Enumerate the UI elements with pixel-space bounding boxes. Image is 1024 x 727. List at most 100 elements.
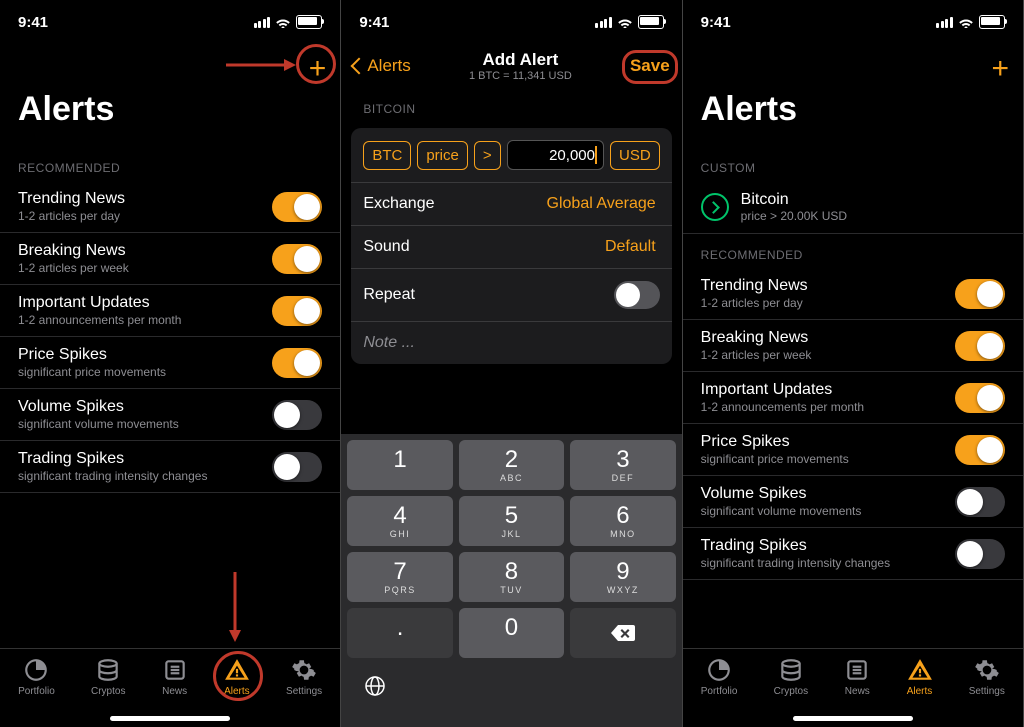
alert-row: Trending News1-2 articles per day [683,268,1023,320]
numeric-keypad: 1 2ABC3DEF4GHI5JKL6MNO7PQRS8TUV9WXYZ. 0 … [341,434,681,727]
alert-subtitle: 1-2 articles per day [701,296,808,310]
note-placeholder: Note ... [363,334,415,352]
chip-operator[interactable]: > [474,141,501,170]
alert-title: Breaking News [701,329,812,347]
decimal-key[interactable]: . [347,608,452,658]
alert-toggle[interactable] [272,400,322,430]
alert-row: Volume Spikessignificant volume movement… [683,476,1023,528]
key-8[interactable]: 8TUV [459,552,564,602]
nav-subtitle: 1 BTC = 11,341 USD [411,70,630,82]
alert-toggle[interactable] [272,192,322,222]
alert-subtitle: 1-2 articles per week [18,261,129,275]
chevron-left-icon [351,58,368,75]
alert-title: Important Updates [701,381,864,399]
tab-portfolio[interactable]: Portfolio [18,657,55,727]
tab-settings[interactable]: Settings [286,657,322,727]
alert-title: Trading Spikes [701,537,890,555]
exchange-label: Exchange [363,195,434,213]
alert-toggle[interactable] [955,279,1005,309]
alert-row: Breaking News1-2 articles per week [683,320,1023,372]
tab-label: News [162,686,187,697]
alert-subtitle: 1-2 announcements per month [701,400,864,414]
wifi-icon [617,16,633,28]
alert-toggle[interactable] [272,452,322,482]
alert-toggle[interactable] [272,296,322,326]
annotation-circle-alerts-tab [213,651,263,701]
tab-label: Alerts [907,686,933,697]
sound-label: Sound [363,238,409,256]
alert-toggle[interactable] [955,435,1005,465]
alert-row: Trending News1-2 articles per day [0,181,340,233]
screen-add-alert: 9:41 Alerts Add Alert 1 BTC = 11,341 USD… [341,0,682,727]
globe-key[interactable] [363,674,387,703]
custom-alert-sub: price > 20.00K USD [741,209,993,223]
screen-alerts-initial: 9:41 + Alerts RECOMMENDED Trending News1… [0,0,341,727]
tab-label: Settings [969,686,1005,697]
key-7[interactable]: 7PQRS [347,552,452,602]
exchange-row[interactable]: Exchange Global Average [351,183,671,226]
section-header-custom: CUSTOM [683,147,1023,181]
wifi-icon [275,16,291,28]
add-alert-button[interactable]: + [991,52,1009,86]
globe-icon [363,674,387,698]
text-cursor [595,146,597,164]
alert-toggle[interactable] [955,331,1005,361]
status-time: 9:41 [359,14,389,31]
key-5[interactable]: 5JKL [459,496,564,546]
section-header-recommended: RECOMMENDED [683,234,1023,268]
repeat-row: Repeat [351,269,671,322]
status-bar: 9:41 [0,0,340,44]
key-9[interactable]: 9WXYZ [570,552,675,602]
alert-row: Important Updates1-2 announcements per m… [683,372,1023,424]
amount-value: 20,000 [549,147,595,164]
key-4[interactable]: 4GHI [347,496,452,546]
alert-title: Volume Spikes [18,398,179,416]
greater-than-icon [701,193,729,221]
key-6[interactable]: 6MNO [570,496,675,546]
exchange-value: Global Average [547,195,656,213]
status-time: 9:41 [701,14,731,31]
tab-settings[interactable]: Settings [969,657,1005,727]
alert-title: Trading Spikes [18,450,207,468]
tab-label: Settings [286,686,322,697]
home-indicator [110,716,230,721]
note-row[interactable]: Note ... [351,322,671,364]
status-bar: 9:41 [683,0,1023,44]
backspace-icon [609,623,637,643]
tab-portfolio[interactable]: Portfolio [701,657,738,727]
wifi-icon [958,16,974,28]
custom-alert-row[interactable]: Bitcoin price > 20.00K USD [683,181,1023,234]
signal-icon [595,17,612,28]
tab-label: News [845,686,870,697]
alert-row: Volume Spikessignificant volume movement… [0,389,340,441]
tab-label: Cryptos [91,686,125,697]
sound-row[interactable]: Sound Default [351,226,671,269]
screen-alerts-after: 9:41 + Alerts CUSTOM Bitcoin price > 20.… [683,0,1024,727]
chip-unit[interactable]: USD [610,141,660,170]
alert-title: Volume Spikes [701,485,862,503]
alert-toggle[interactable] [955,383,1005,413]
annotation-arrow-plus [226,58,296,77]
key-0[interactable]: 0 [459,608,564,658]
alert-toggle[interactable] [272,348,322,378]
backspace-key[interactable] [570,608,675,658]
battery-icon [638,15,664,29]
repeat-toggle[interactable] [614,281,660,309]
alert-toggle[interactable] [955,539,1005,569]
alert-toggle[interactable] [955,487,1005,517]
repeat-label: Repeat [363,286,415,304]
back-button[interactable]: Alerts [353,56,410,76]
battery-icon [979,15,1005,29]
amount-input[interactable]: 20,000 [507,140,604,170]
key-1[interactable]: 1 [347,440,452,490]
annotation-circle-save [622,50,678,84]
key-2[interactable]: 2ABC [459,440,564,490]
alert-toggle[interactable] [272,244,322,274]
key-3[interactable]: 3DEF [570,440,675,490]
page-title: Alerts [683,44,1023,147]
chip-asset[interactable]: BTC [363,141,411,170]
chip-metric[interactable]: price [417,141,468,170]
alert-row: Price Spikessignificant price movements [0,337,340,389]
signal-icon [254,17,271,28]
section-recommended: RECOMMENDED Trending News1-2 articles pe… [0,147,340,493]
